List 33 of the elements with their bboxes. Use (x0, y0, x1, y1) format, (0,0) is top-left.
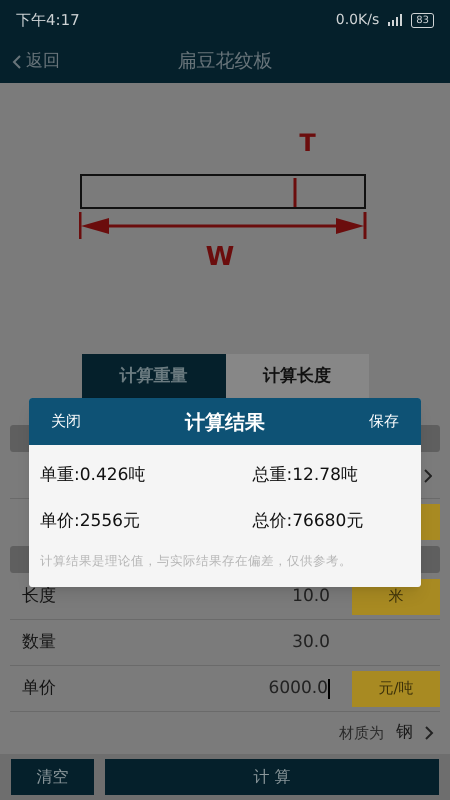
result-value: 单重:0.426吨 (40, 464, 146, 487)
clear-button[interactable]: 清空 (11, 759, 94, 795)
text-cursor (328, 678, 330, 698)
result-value: 总重:12.78吨 (252, 464, 358, 487)
mode-tab[interactable]: 计算重量 (82, 354, 226, 400)
chevron-right-icon (424, 468, 432, 482)
signal-icon (387, 14, 404, 26)
close-button[interactable]: 关闭 (51, 410, 81, 433)
result-value: 单价:2556元 (40, 510, 140, 532)
mode-tab[interactable]: 计算长度 (226, 354, 368, 400)
chevron-right-icon (425, 726, 434, 740)
value-input[interactable]: 6000.0 (268, 676, 330, 702)
thickness-label: T (299, 131, 316, 151)
page-title: 扁豆花纹板 (178, 49, 272, 74)
network-speed: 0.0K/s (336, 10, 380, 30)
disclaimer-text: 计算结果是理论值，与实际结果存在偏差，仅供参考。 (39, 552, 353, 570)
battery-indicator: 83 (411, 12, 434, 28)
value-input[interactable]: 10.0 (292, 584, 330, 610)
clock: 下午4:17 (16, 10, 80, 31)
field-label: 数量 (21, 630, 56, 654)
field-label: 长度 (21, 584, 56, 608)
field-label: 单价 (21, 676, 56, 700)
back-button[interactable]: 返回 (12, 48, 60, 74)
result-value: 总价:76680元 (252, 510, 364, 532)
save-button[interactable]: 保存 (369, 410, 399, 433)
material-label: 材质为 (339, 722, 384, 744)
value-input[interactable]: 30.0 (292, 630, 330, 656)
material-selector[interactable]: 钢 (396, 720, 413, 746)
width-label: W (206, 243, 234, 271)
calculate-button[interactable]: 计 算 (105, 759, 439, 795)
unit-button[interactable]: 元/吨 (352, 670, 440, 706)
chevron-left-icon (12, 54, 22, 68)
dialog-title: 计算结果 (185, 408, 265, 436)
